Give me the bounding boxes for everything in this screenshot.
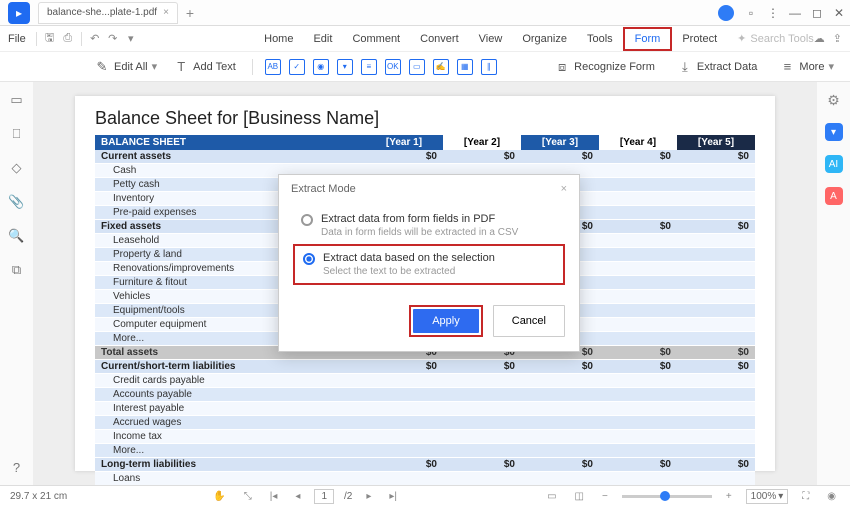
zoom-value[interactable]: 100%▾ xyxy=(746,489,789,504)
menu-protect[interactable]: Protect xyxy=(672,29,727,49)
menu-home[interactable]: Home xyxy=(254,29,303,49)
maximize-icon[interactable]: ◻ xyxy=(806,6,828,20)
sliders-icon[interactable]: ⚙ xyxy=(827,92,840,109)
wand-icon: ✦ xyxy=(737,32,746,45)
search-tools[interactable]: ✦ Search Tools xyxy=(737,32,814,45)
doc-title: Balance Sheet for [Business Name] xyxy=(95,108,755,129)
checkbox-icon[interactable]: ✓ xyxy=(289,59,305,75)
dialog-title-bar: Extract Mode × xyxy=(279,175,579,203)
zoom-out-icon[interactable]: − xyxy=(598,491,612,502)
option-extract-form-fields[interactable]: Extract data from form fields in PDF Dat… xyxy=(293,207,565,244)
menu-edit[interactable]: Edit xyxy=(303,29,342,49)
barcode-icon[interactable]: ∥ xyxy=(481,59,497,75)
textfield-icon[interactable]: AB xyxy=(265,59,281,75)
app-icon: ▸ xyxy=(8,2,30,24)
redo-icon[interactable]: ↷ xyxy=(104,32,122,45)
right-sidebar: ⚙ ▾ AI A xyxy=(816,82,850,485)
file-menu[interactable]: File xyxy=(8,33,26,45)
export-icon: ⤓ xyxy=(677,59,693,75)
help-icon[interactable]: ? xyxy=(13,460,20,475)
panel-tab-1[interactable]: ▾ xyxy=(825,123,843,141)
radio-selected-icon xyxy=(303,253,315,265)
pencil-icon: ✎ xyxy=(94,59,110,75)
image-field-icon[interactable]: ▭ xyxy=(409,59,425,75)
fullscreen-icon[interactable]: ⛶ xyxy=(798,491,813,502)
search-icon[interactable]: 🔍 xyxy=(8,228,24,244)
option-extract-selection[interactable]: Extract data based on the selection Sele… xyxy=(293,244,565,285)
apply-button[interactable]: Apply xyxy=(413,309,479,333)
menu-comment[interactable]: Comment xyxy=(342,29,410,49)
date-field-icon[interactable]: ▦ xyxy=(457,59,473,75)
more-icon: ≡ xyxy=(779,59,795,75)
menu-form[interactable]: Form xyxy=(623,27,673,51)
fit-page-icon[interactable]: ◫ xyxy=(571,491,588,502)
text-icon: T xyxy=(173,59,189,75)
extract-data-button[interactable]: ⤓Extract Data xyxy=(673,57,762,77)
next-page-icon[interactable]: ▸ xyxy=(362,491,375,502)
panel-tab-3[interactable]: A xyxy=(825,187,843,205)
page-total: /2 xyxy=(344,491,352,502)
add-text-button[interactable]: TAdd Text xyxy=(169,57,240,77)
menu-view[interactable]: View xyxy=(469,29,513,49)
menu-tools[interactable]: Tools xyxy=(577,29,623,49)
kebab-icon[interactable]: ⋮ xyxy=(762,6,784,20)
shield-icon[interactable]: ◇ xyxy=(12,160,22,176)
cancel-button[interactable]: Cancel xyxy=(493,305,565,337)
menu-organize[interactable]: Organize xyxy=(512,29,577,49)
header-row: BALANCE SHEET [Year 1] [Year 2] [Year 3]… xyxy=(95,135,755,150)
button-field-icon[interactable]: OK xyxy=(385,59,401,75)
current-assets-row: Current assets$0$0$0$0$0 xyxy=(95,150,755,164)
print-icon[interactable]: ⎙ xyxy=(59,32,77,45)
edit-all-button[interactable]: ✎Edit All▾ xyxy=(90,57,161,77)
attachment-icon[interactable]: 📎 xyxy=(8,194,24,210)
apply-highlight: Apply xyxy=(409,305,483,337)
layers-icon[interactable]: ⧉ xyxy=(12,262,21,278)
curr-liab-row: Current/short-term liabilities$0$0$0$0$0 xyxy=(95,360,755,374)
recognize-form-button[interactable]: ⧈Recognize Form xyxy=(550,57,659,77)
share-icon[interactable]: ⇪ xyxy=(833,32,842,45)
first-page-icon[interactable]: |◂ xyxy=(266,491,282,502)
thumbnails-icon[interactable]: ▭ xyxy=(10,92,22,108)
select-tool-icon[interactable]: ⤡ xyxy=(240,491,256,502)
lt-liab-row: Long-term liabilities$0$0$0$0$0 xyxy=(95,458,755,472)
cloud-icon[interactable]: ☁ xyxy=(814,32,825,45)
combo-icon[interactable]: ▾ xyxy=(337,59,353,75)
bookmark-icon[interactable]: ⎕ xyxy=(13,126,21,142)
document-tab[interactable]: balance-she...plate-1.pdf × xyxy=(38,2,178,24)
new-tab-button[interactable]: + xyxy=(186,5,194,21)
window-settings-icon[interactable]: ▫ xyxy=(740,6,762,20)
last-page-icon[interactable]: ▸| xyxy=(385,491,401,502)
tab-title: balance-she...plate-1.pdf xyxy=(47,7,157,18)
radio-icon xyxy=(301,214,313,226)
radio-icon[interactable]: ◉ xyxy=(313,59,329,75)
panel-tab-2[interactable]: AI xyxy=(825,155,843,173)
hand-tool-icon[interactable]: ✋ xyxy=(209,491,229,502)
page-dimensions: 29.7 x 21 cm xyxy=(10,491,67,502)
user-avatar[interactable] xyxy=(718,5,734,21)
close-tab-icon[interactable]: × xyxy=(163,7,169,18)
zoom-slider[interactable] xyxy=(622,495,712,498)
list-icon[interactable]: ≡ xyxy=(361,59,377,75)
more-button[interactable]: ≡More▾ xyxy=(775,57,838,77)
close-window-icon[interactable]: ✕ xyxy=(828,6,850,20)
fit-width-icon[interactable]: ▭ xyxy=(543,491,560,502)
left-sidebar: ▭ ⎕ ◇ 📎 🔍 ⧉ ? xyxy=(0,82,34,485)
scan-icon: ⧈ xyxy=(554,59,570,75)
menu-convert[interactable]: Convert xyxy=(410,29,469,49)
form-toolbar: ✎Edit All▾ TAdd Text AB ✓ ◉ ▾ ≡ OK ▭ ✍ ▦… xyxy=(0,52,850,82)
dropdown-icon[interactable]: ▾ xyxy=(122,32,140,45)
minimize-icon[interactable]: — xyxy=(784,6,806,20)
status-bar: 29.7 x 21 cm ✋ ⤡ |◂ ◂ 1 /2 ▸ ▸| ▭ ◫ − + … xyxy=(0,485,850,507)
extract-mode-dialog: Extract Mode × Extract data from form fi… xyxy=(278,174,580,352)
zoom-in-icon[interactable]: + xyxy=(722,491,736,502)
menu-bar: File 🖫 ⎙ ↶ ↷ ▾ Home Edit Comment Convert… xyxy=(0,26,850,52)
reading-mode-icon[interactable]: ◉ xyxy=(823,491,840,502)
title-bar: ▸ balance-she...plate-1.pdf × + ▫ ⋮ — ◻ … xyxy=(0,0,850,26)
signature-icon[interactable]: ✍ xyxy=(433,59,449,75)
undo-icon[interactable]: ↶ xyxy=(86,32,104,45)
page-number-input[interactable]: 1 xyxy=(314,489,334,504)
dialog-close-icon[interactable]: × xyxy=(561,183,567,195)
save-icon[interactable]: 🖫 xyxy=(41,29,59,48)
prev-page-icon[interactable]: ◂ xyxy=(291,491,304,502)
